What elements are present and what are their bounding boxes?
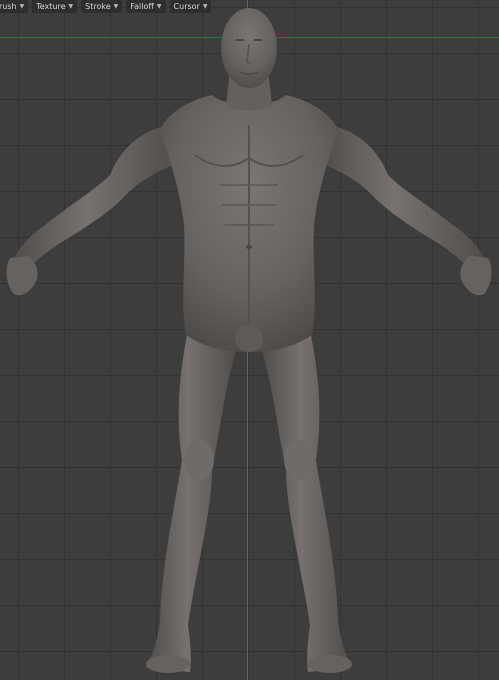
cursor-menu[interactable]: Cursor ▼ xyxy=(169,0,212,13)
sculpt-header-bar: rush ▼ Texture ▼ Stroke ▼ Falloff ▼ Cursor ▼ xyxy=(0,0,212,14)
chevron-down-icon: ▼ xyxy=(68,3,74,10)
chevron-down-icon: ▼ xyxy=(113,3,119,10)
left-foot xyxy=(146,655,190,673)
right-knee xyxy=(284,440,314,480)
stroke-menu-label: Stroke xyxy=(85,2,111,11)
texture-menu-label: Texture xyxy=(36,2,66,11)
left-knee xyxy=(184,440,214,480)
chevron-down-icon: ▼ xyxy=(202,3,208,10)
right-foot xyxy=(308,655,352,673)
left-arm xyxy=(10,125,180,275)
sculpt-model[interactable] xyxy=(0,0,499,680)
3d-viewport[interactable]: rush ▼ Texture ▼ Stroke ▼ Falloff ▼ Cursor ▼ xyxy=(0,0,499,680)
right-leg xyxy=(260,330,352,672)
left-leg xyxy=(146,330,238,672)
right-hand xyxy=(460,256,492,296)
brush-menu-label: rush xyxy=(0,2,17,11)
left-hand xyxy=(6,256,38,296)
texture-menu[interactable]: Texture ▼ xyxy=(32,0,78,13)
falloff-menu-label: Falloff xyxy=(130,2,154,11)
pelvis xyxy=(235,324,263,352)
chevron-down-icon: ▼ xyxy=(156,3,162,10)
stroke-menu[interactable]: Stroke ▼ xyxy=(81,0,123,13)
falloff-menu[interactable]: Falloff ▼ xyxy=(126,0,166,13)
brush-menu[interactable]: rush ▼ xyxy=(0,0,29,13)
right-arm xyxy=(318,125,488,275)
chevron-down-icon: ▼ xyxy=(19,3,25,10)
cursor-menu-label: Cursor xyxy=(173,2,200,11)
